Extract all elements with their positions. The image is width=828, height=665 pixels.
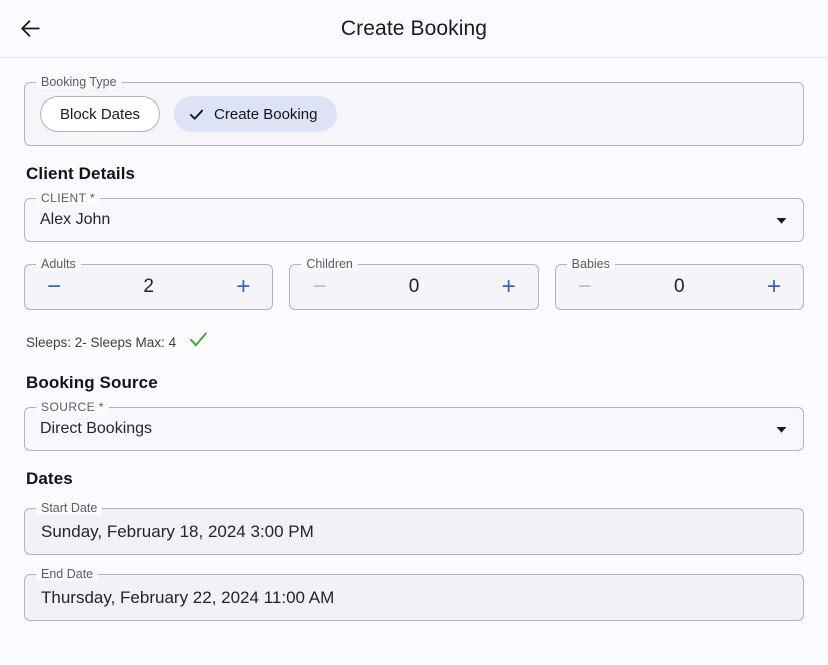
adults-increment-button[interactable]: + (230, 274, 256, 300)
adults-value: 2 (143, 276, 154, 297)
children-stepper-legend: Children (301, 257, 358, 271)
sleeps-status: Sleeps: 2- Sleeps Max: 4 (26, 329, 804, 355)
start-date-legend: Start Date (36, 501, 103, 515)
end-date-value: Thursday, February 22, 2024 11:00 AM (41, 587, 335, 607)
segment-block-dates[interactable]: Block Dates (40, 96, 161, 132)
start-date-value: Sunday, February 18, 2024 3:00 PM (41, 521, 314, 541)
babies-increment-button[interactable]: + (761, 274, 787, 300)
adults-stepper: Adults − 2 + (24, 257, 274, 310)
client-select-value: Alex John (40, 211, 111, 228)
check-mark-green-icon (188, 329, 209, 355)
children-value: 0 (408, 276, 420, 297)
check-icon (188, 106, 205, 123)
client-select[interactable]: CLIENT * Alex John (24, 191, 804, 242)
babies-value: 0 (674, 276, 685, 297)
babies-decrement-button[interactable]: − (572, 274, 598, 300)
source-select-legend: SOURCE * (36, 400, 109, 414)
arrow-left-icon (18, 16, 43, 41)
chevron-down-icon[interactable] (766, 213, 789, 228)
start-date-field[interactable]: Start Date Sunday, February 18, 2024 3:0… (24, 501, 804, 555)
end-date-legend: End Date (36, 567, 99, 581)
dates-heading: Dates (26, 469, 73, 488)
client-details-heading: Client Details (26, 164, 136, 183)
adults-decrement-button[interactable]: − (41, 274, 67, 300)
source-select-value: Direct Bookings (40, 420, 153, 437)
booking-type-legend: Booking Type (36, 75, 122, 89)
form-content: Booking Type Block Dates Create Booking … (0, 58, 828, 621)
occupancy-steppers: Adults − 2 + Children − 0 + Babies − 0 + (24, 257, 804, 310)
back-button[interactable] (8, 7, 52, 51)
sleeps-text: Sleeps: 2- Sleeps Max: 4 (26, 334, 177, 350)
children-decrement-button[interactable]: − (306, 274, 332, 300)
babies-stepper: Babies − 0 + (554, 257, 804, 310)
adults-stepper-legend: Adults (36, 257, 81, 271)
chevron-down-icon[interactable] (766, 422, 789, 437)
booking-type-group: Booking Type Block Dates Create Booking (24, 75, 804, 146)
booking-type-segmented-control: Block Dates Create Booking (40, 96, 338, 132)
segment-block-dates-label: Block Dates (60, 105, 141, 123)
end-date-field[interactable]: End Date Thursday, February 22, 2024 11:… (24, 567, 804, 621)
page-title: Create Booking (340, 16, 488, 40)
booking-source-heading: Booking Source (26, 373, 158, 392)
children-stepper: Children − 0 + (289, 257, 539, 310)
children-increment-button[interactable]: + (496, 274, 522, 300)
source-select[interactable]: SOURCE * Direct Bookings (24, 400, 804, 451)
segment-create-booking-label: Create Booking (214, 105, 318, 123)
segment-create-booking[interactable]: Create Booking (174, 96, 338, 132)
app-header: Create Booking (0, 0, 828, 58)
client-select-legend: CLIENT * (36, 191, 101, 205)
babies-stepper-legend: Babies (566, 257, 615, 271)
